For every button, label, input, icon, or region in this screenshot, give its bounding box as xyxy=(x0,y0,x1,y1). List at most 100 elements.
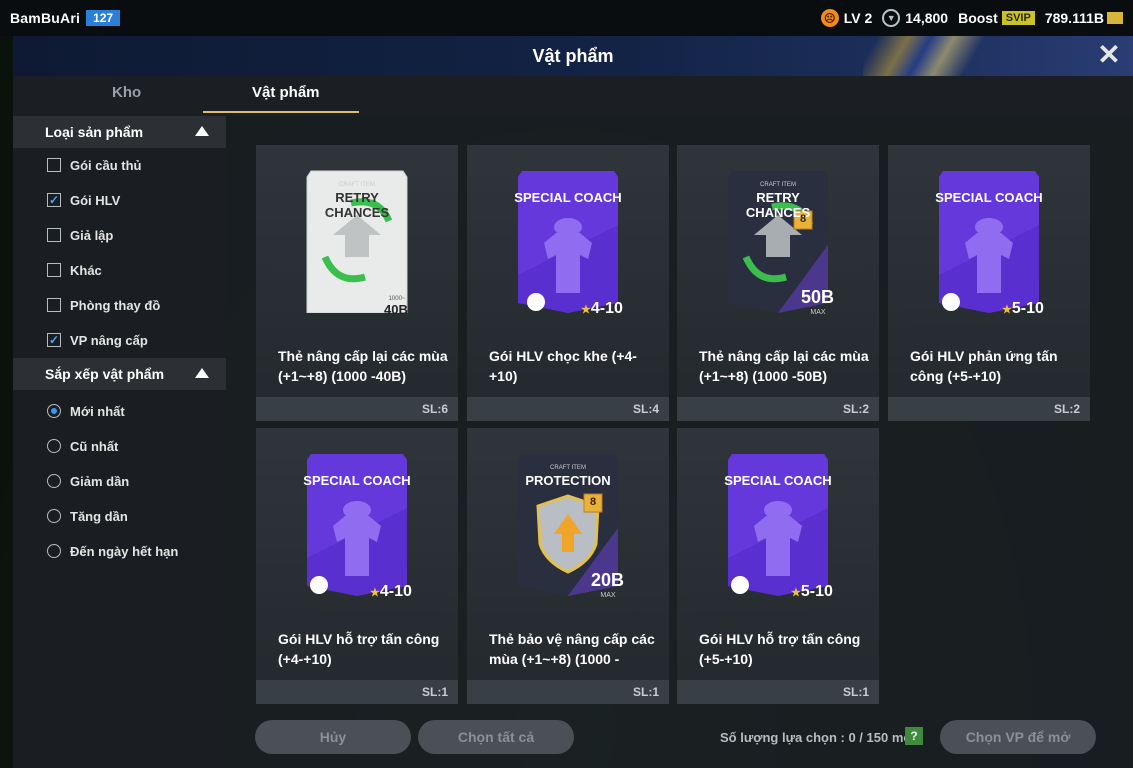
svip-badge: SVIP xyxy=(1001,11,1035,25)
sort-label: Đến ngày hết hạn xyxy=(70,543,179,559)
sort-header[interactable]: Sắp xếp vật phẩm xyxy=(13,358,226,390)
selection-count: Số lượng lựa chọn : 0 / 150 món xyxy=(720,730,920,745)
art-title: RETRY CHANCES xyxy=(324,190,390,220)
art-subtitle: CRAFT ITEM xyxy=(550,465,586,471)
rating: ★4-10 xyxy=(581,300,623,318)
item-count: SL:1 xyxy=(677,680,879,704)
modal-title: Vật phẩm xyxy=(532,45,614,66)
item-card[interactable]: SPECIAL COACH ★5-10 Gói HLV hỗ trợ tấn c… xyxy=(677,428,879,704)
checkbox-icon xyxy=(47,228,61,242)
value-label: 50B xyxy=(801,287,835,307)
open-selected-button[interactable]: Chọn VP để mở xyxy=(940,720,1096,754)
rating: ★5-10 xyxy=(791,583,833,601)
cancel-button[interactable]: Hủy xyxy=(255,720,411,754)
item-card[interactable]: CRAFT ITEM PROTECTION 8 20B MAX Thẻ bảo … xyxy=(467,428,669,704)
item-title: Gói HLV hỗ trợ tấn công (+5-+10) xyxy=(699,631,861,667)
tactic-badge-icon xyxy=(731,576,749,594)
sort-label: Giảm dần xyxy=(70,473,130,489)
special-coach-card-art xyxy=(939,171,1039,313)
tab-vat-pham[interactable]: Vật phẩm xyxy=(252,84,320,101)
boost-indicator[interactable]: Boost SVIP xyxy=(958,10,1035,26)
item-card[interactable]: CRAFT ITEM RETRY CHANCES 1000~ 40B Thẻ n… xyxy=(256,145,458,421)
star-icon: ★ xyxy=(1002,304,1012,316)
top-status-bar: BamBuAri 127 ☹ LV 2 ▼ 14,800 Boost SVIP … xyxy=(0,0,1133,36)
sort-label: Tăng dần xyxy=(70,508,128,524)
sort-cu-nhat[interactable]: Cũ nhất xyxy=(47,436,118,456)
star-icon: ★ xyxy=(581,304,591,316)
art-title: SPECIAL COACH xyxy=(303,473,411,488)
radio-selected-icon xyxy=(47,404,61,418)
item-card[interactable]: SPECIAL COACH ★4-10 Gói HLV chọc khe (+4… xyxy=(467,145,669,421)
value-label: 40B xyxy=(384,302,408,317)
rating-value: 5-10 xyxy=(1011,300,1044,317)
sort-den-ngay-het-han[interactable]: Đến ngày hết hạn xyxy=(47,541,178,561)
item-count: SL:2 xyxy=(677,397,879,421)
item-count: SL:1 xyxy=(256,680,458,704)
sort-header-label: Sắp xếp vật phẩm xyxy=(45,366,165,382)
filter-gia-lap[interactable]: Giả lập xyxy=(47,225,113,245)
filter-phong-thay-do[interactable]: Phòng thay đồ xyxy=(47,295,160,315)
face-icon: ☹ xyxy=(820,9,839,27)
balance-value: 789.111B xyxy=(1044,10,1104,26)
item-card[interactable]: CRAFT ITEM RETRY CHANCES 8 50B MAX Thẻ n… xyxy=(677,145,879,421)
art-title: RETRY CHANCES xyxy=(745,190,811,220)
item-card[interactable]: SPECIAL COACH ★5-10 Gói HLV phản ứng tấn… xyxy=(888,145,1090,421)
level-badge: 8 xyxy=(589,496,597,508)
lv-label: LV 2 xyxy=(843,10,873,26)
item-count: SL:4 xyxy=(467,397,669,421)
collapse-up-icon xyxy=(195,368,209,378)
value-label: 20B xyxy=(591,570,625,590)
sort-tang-dan[interactable]: Tăng dần xyxy=(47,506,128,526)
rating-value: 4-10 xyxy=(590,300,623,317)
boost-label: Boost xyxy=(958,10,998,26)
art-title: SPECIAL COACH xyxy=(935,190,1043,205)
radio-icon xyxy=(47,509,61,523)
art-title: SPECIAL COACH xyxy=(724,473,832,488)
filter-label: Giả lập xyxy=(70,227,114,243)
item-count: SL:6 xyxy=(256,397,458,421)
rating-value: 4-10 xyxy=(379,583,412,600)
item-count: SL:1 xyxy=(467,680,669,704)
balance-indicator[interactable]: 789.111B xyxy=(1045,10,1123,26)
filter-sidebar: Loại sản phẩm Gói cầu thủ ✓ Gói HLV Giả l… xyxy=(13,116,226,768)
filter-label: Khác xyxy=(70,262,102,278)
active-tab-underline xyxy=(203,111,359,113)
special-coach-card-art xyxy=(518,171,618,313)
special-coach-card-art xyxy=(307,454,407,596)
shield-coin-icon: ▼ xyxy=(882,9,901,27)
items-modal: Vật phẩm ✕ Kho Vật phẩm Loại sản phẩm Gó… xyxy=(13,36,1133,768)
tab-kho[interactable]: Kho xyxy=(112,84,141,101)
header-decoration xyxy=(863,36,993,76)
modal-header: Vật phẩm ✕ xyxy=(13,36,1133,76)
collapse-up-icon xyxy=(195,126,209,136)
rating-value: 5-10 xyxy=(800,583,833,600)
lv-indicator[interactable]: ☹ LV 2 xyxy=(820,9,873,27)
art-subtitle: CRAFT ITEM xyxy=(760,182,796,188)
radio-icon xyxy=(47,439,61,453)
help-icon[interactable]: ? xyxy=(905,727,923,745)
art-title: PROTECTION xyxy=(525,473,611,488)
tactic-badge-icon xyxy=(527,293,545,311)
checkbox-icon xyxy=(47,158,61,172)
art-subtitle: CRAFT ITEM xyxy=(339,182,375,188)
sort-giam-dan[interactable]: Giảm dần xyxy=(47,471,129,491)
coins-indicator[interactable]: ▼ 14,800 xyxy=(882,9,948,27)
close-icon[interactable]: ✕ xyxy=(1095,41,1123,70)
sort-moi-nhat[interactable]: Mới nhất xyxy=(47,401,125,421)
select-all-button[interactable]: Chọn tất cả xyxy=(418,720,574,754)
filter-vp-nang-cap[interactable]: ✓ VP nâng cấp xyxy=(47,330,148,350)
player-level-badge: 127 xyxy=(86,10,121,26)
tactic-badge-icon xyxy=(942,293,960,311)
tactic-badge-icon xyxy=(310,576,328,594)
filter-goi-hlv[interactable]: ✓ Gói HLV xyxy=(47,190,120,210)
item-title: Thẻ nâng cấp lại các mùa (+1~+8) (1000 -… xyxy=(699,348,869,384)
item-count: SL:2 xyxy=(888,397,1090,421)
filter-khac[interactable]: Khác xyxy=(47,260,102,280)
checkbox-checked-icon: ✓ xyxy=(47,193,61,207)
item-title: Gói HLV phản ứng tấn công (+5-+10) xyxy=(910,348,1058,384)
product-type-header[interactable]: Loại sản phẩm xyxy=(13,116,226,148)
filter-goi-cau-thu[interactable]: Gói cầu thủ xyxy=(47,155,142,175)
star-icon: ★ xyxy=(791,587,801,599)
item-card[interactable]: SPECIAL COACH ★4-10 Gói HLV hỗ trợ tấn c… xyxy=(256,428,458,704)
filter-label: Phòng thay đồ xyxy=(70,297,161,313)
